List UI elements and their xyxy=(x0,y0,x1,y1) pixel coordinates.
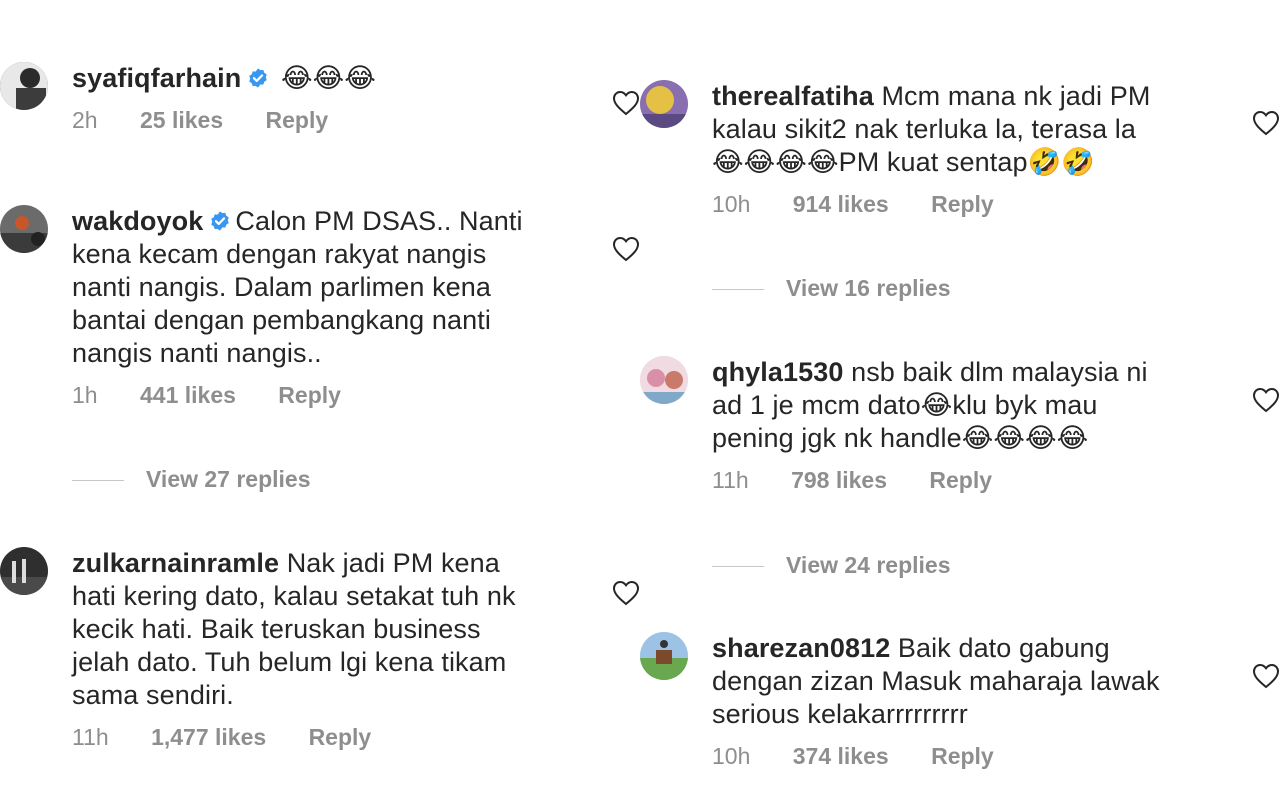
reply-button[interactable]: Reply xyxy=(309,724,372,751)
comment-time: 11h xyxy=(72,724,109,750)
heart-outline-icon[interactable] xyxy=(1252,663,1280,689)
username[interactable]: qhyla1530 xyxy=(712,357,843,387)
heart-outline-icon[interactable] xyxy=(1252,387,1280,413)
likes-count[interactable]: 374 likes xyxy=(793,743,889,770)
verified-badge-icon xyxy=(247,67,269,89)
comment-time: 2h xyxy=(72,107,98,133)
view-replies-button[interactable]: View 27 replies xyxy=(72,466,311,493)
comment-body: syafiqfarhain 😂😂😂 2h 25 likes Reply xyxy=(72,62,592,134)
comment-meta: 11h 1,477 likes Reply xyxy=(72,724,612,751)
verified-badge-icon xyxy=(209,210,231,232)
comment-text-line: wakdoyok Calon PM DSAS.. Nanti kena kecam… xyxy=(72,205,592,370)
comment-meta: 1h 441 likes Reply xyxy=(72,382,592,409)
username[interactable]: zulkarnainramle xyxy=(72,548,279,578)
comment-body: sharezan0812 Baik dato gabung dengan ziz… xyxy=(712,632,1232,770)
avatar[interactable] xyxy=(0,205,48,253)
comment-text: 😂😂😂 xyxy=(273,63,376,93)
view-replies-dash xyxy=(72,480,124,482)
username[interactable]: therealfatiha xyxy=(712,81,874,111)
avatar[interactable] xyxy=(0,62,48,110)
reply-button[interactable]: Reply xyxy=(931,191,994,218)
comment-body: wakdoyok Calon PM DSAS.. Nanti kena kecam… xyxy=(72,205,592,409)
comment-time: 10h xyxy=(712,743,751,769)
reply-button[interactable]: Reply xyxy=(266,107,329,134)
right-comment-panel: therealfatiha Mcm mana nk jadi PM kalau … xyxy=(620,0,1280,793)
comment-body: therealfatiha Mcm mana nk jadi PM kalau … xyxy=(712,80,1232,218)
comment-time: 1h xyxy=(72,382,98,408)
likes-count[interactable]: 25 likes xyxy=(140,107,223,134)
comment-body: qhyla1530 nsb baik dlm malaysia ni ad 1 … xyxy=(712,356,1232,494)
comment-text-line: qhyla1530 nsb baik dlm malaysia ni ad 1 … xyxy=(712,356,1232,455)
comment-text-line: zulkarnainramle Nak jadi PM kena hati ke… xyxy=(72,547,612,712)
likes-count[interactable]: 914 likes xyxy=(793,191,889,218)
likes-count[interactable]: 798 likes xyxy=(791,467,887,494)
comment-body: zulkarnainramle Nak jadi PM kena hati ke… xyxy=(72,547,612,751)
comment-time: 10h xyxy=(712,191,751,217)
comment-meta: 10h 914 likes Reply xyxy=(712,191,1232,218)
view-replies-dash xyxy=(712,289,764,291)
view-replies-label: View 24 replies xyxy=(786,552,951,578)
comment-meta: 2h 25 likes Reply xyxy=(72,107,592,134)
view-replies-button[interactable]: View 16 replies xyxy=(712,275,951,302)
comment-meta: 10h 374 likes Reply xyxy=(712,743,1232,770)
comment-text-line: therealfatiha Mcm mana nk jadi PM kalau … xyxy=(712,80,1232,179)
avatar[interactable] xyxy=(640,80,688,128)
reply-button[interactable]: Reply xyxy=(929,467,992,494)
comment-text-line: sharezan0812 Baik dato gabung dengan ziz… xyxy=(712,632,1232,731)
view-replies-label: View 27 replies xyxy=(146,466,311,492)
username[interactable]: sharezan0812 xyxy=(712,633,890,663)
view-replies-dash xyxy=(712,566,764,568)
reply-button[interactable]: Reply xyxy=(278,382,341,409)
avatar[interactable] xyxy=(0,547,48,595)
comment-text-line: syafiqfarhain 😂😂😂 xyxy=(72,62,592,95)
avatar[interactable] xyxy=(640,356,688,404)
reply-button[interactable]: Reply xyxy=(931,743,994,770)
comment-meta: 11h 798 likes Reply xyxy=(712,467,1232,494)
likes-count[interactable]: 1,477 likes xyxy=(151,724,266,751)
username[interactable]: wakdoyok xyxy=(72,206,203,236)
heart-outline-icon[interactable] xyxy=(1252,110,1280,136)
likes-count[interactable]: 441 likes xyxy=(140,382,236,409)
avatar[interactable] xyxy=(640,632,688,680)
username[interactable]: syafiqfarhain xyxy=(72,63,241,93)
comment-time: 11h xyxy=(712,467,749,493)
left-comment-panel: syafiqfarhain 😂😂😂 2h 25 likes Reply wakd… xyxy=(0,0,620,793)
view-replies-label: View 16 replies xyxy=(786,275,951,301)
view-replies-button[interactable]: View 24 replies xyxy=(712,552,951,579)
